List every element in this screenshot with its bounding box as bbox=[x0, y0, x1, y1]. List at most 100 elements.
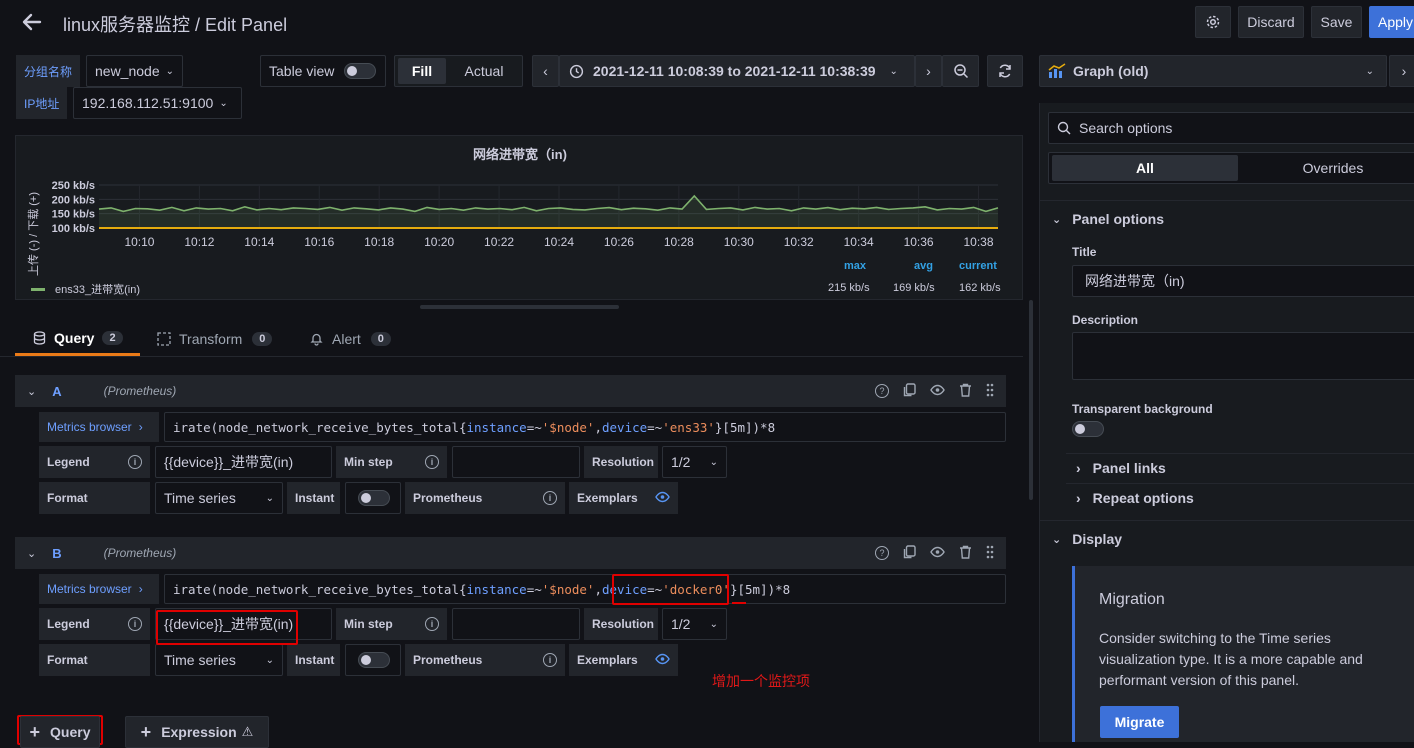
title-input[interactable]: 网络进带宽（in) bbox=[1072, 265, 1414, 297]
collapse-options-button[interactable]: › bbox=[1389, 55, 1414, 87]
repeat-options-section[interactable]: › Repeat options bbox=[1040, 487, 1414, 509]
options-search[interactable]: Search options bbox=[1048, 112, 1414, 144]
annotation-text: 增加一个监控项 bbox=[712, 673, 810, 689]
back-arrow-icon[interactable] bbox=[20, 10, 46, 34]
min-step-label-a: Min step i bbox=[336, 446, 447, 478]
copy-icon[interactable] bbox=[903, 382, 916, 400]
min-step-input-b[interactable] bbox=[452, 608, 580, 640]
tab-overrides[interactable]: Overrides bbox=[1240, 155, 1414, 181]
metrics-browser-button-b[interactable]: Metrics browser › bbox=[39, 574, 159, 604]
description-input[interactable] bbox=[1072, 332, 1414, 380]
panel-links-section[interactable]: › Panel links bbox=[1040, 457, 1414, 479]
chevron-down-icon: ⌄ bbox=[1365, 65, 1374, 77]
query-ref-b[interactable]: B bbox=[52, 546, 61, 561]
help-icon[interactable]: ? bbox=[875, 384, 889, 398]
x-tick-label: 10:32 bbox=[784, 235, 814, 249]
format-select-a[interactable]: Time series ⌄ bbox=[155, 482, 283, 514]
x-tick-label: 10:10 bbox=[124, 235, 154, 249]
query-ref-a[interactable]: A bbox=[52, 384, 61, 399]
resolution-select-a[interactable]: 1/2 ⌄ bbox=[662, 446, 727, 478]
actual-button[interactable]: Actual bbox=[453, 58, 515, 84]
query-editor-b[interactable]: irate(node_network_receive_bytes_total{i… bbox=[164, 574, 1006, 604]
trash-icon[interactable] bbox=[959, 383, 972, 400]
legend-header-current: current bbox=[959, 260, 997, 272]
warning-icon: ⚠ bbox=[241, 724, 254, 739]
eye-icon[interactable] bbox=[930, 545, 945, 561]
resize-handle[interactable] bbox=[420, 305, 619, 309]
format-select-b[interactable]: Time series ⌄ bbox=[155, 644, 283, 676]
drag-handle-icon[interactable] bbox=[986, 383, 994, 400]
fill-button[interactable]: Fill bbox=[398, 58, 446, 84]
table-view-switch[interactable] bbox=[344, 63, 377, 79]
visualization-picker[interactable]: Graph (old) ⌄ bbox=[1039, 55, 1387, 87]
eye-icon[interactable] bbox=[655, 491, 670, 506]
exemplars-label-b: Exemplars bbox=[569, 644, 678, 676]
time-back-button[interactable]: ‹ bbox=[532, 55, 559, 87]
info-icon[interactable]: i bbox=[543, 491, 557, 505]
tab-all[interactable]: All bbox=[1052, 155, 1238, 181]
panel-options-section[interactable]: ⌄ Panel options bbox=[1040, 208, 1414, 230]
discard-button[interactable]: Discard bbox=[1238, 6, 1304, 38]
y-tick-label: 200 kb/s bbox=[52, 194, 95, 206]
collapse-icon[interactable]: ⌄ bbox=[27, 547, 36, 560]
query-header-b[interactable]: ⌄ B (Prometheus) ? bbox=[15, 537, 1006, 569]
time-forward-button[interactable]: › bbox=[915, 55, 942, 87]
min-step-input-a[interactable] bbox=[452, 446, 580, 478]
refresh-icon bbox=[999, 64, 1011, 78]
info-icon[interactable]: i bbox=[425, 617, 439, 631]
transparent-label: Transparent background bbox=[1072, 402, 1213, 416]
query-header-a[interactable]: ⌄ A (Prometheus) ? bbox=[15, 375, 1006, 407]
variable-select-ip[interactable]: 192.168.112.51:9100 ⌄ bbox=[73, 87, 242, 119]
refresh-button[interactable] bbox=[987, 55, 1023, 87]
query-editor-a[interactable]: irate(node_network_receive_bytes_total{i… bbox=[164, 412, 1006, 442]
transparent-toggle[interactable] bbox=[1072, 421, 1104, 437]
graph-icon bbox=[1048, 63, 1066, 78]
migration-title: Migration bbox=[1099, 591, 1165, 608]
legend-series-name[interactable]: ens33_进带宽(in) bbox=[55, 281, 140, 297]
add-expression-button[interactable]: + Expression ⚠ bbox=[125, 716, 269, 748]
zoom-out-button[interactable] bbox=[942, 55, 979, 87]
display-section[interactable]: ⌄ Display bbox=[1040, 528, 1414, 550]
instant-switch-b[interactable] bbox=[358, 652, 390, 668]
variable-label-ip: IP地址 bbox=[16, 87, 68, 119]
drag-handle-icon[interactable] bbox=[986, 545, 994, 562]
save-button[interactable]: Save bbox=[1311, 6, 1362, 38]
legend-input-b[interactable]: {{device}}_进带宽(in) bbox=[155, 608, 332, 640]
chevron-right-icon: › bbox=[138, 582, 143, 596]
chevron-right-icon: › bbox=[1076, 460, 1081, 476]
x-tick-label: 10:14 bbox=[244, 235, 274, 249]
tab-query[interactable]: Query 2 bbox=[15, 322, 140, 356]
chevron-down-icon: ⌄ bbox=[1052, 533, 1062, 546]
chart-svg: 250 kb/s 200 kb/s 150 kb/s 100 kb/s 10:10 10:… bbox=[52, 180, 999, 249]
chevron-down-icon: ⌄ bbox=[709, 618, 718, 630]
tab-alert[interactable]: Alert 0 bbox=[310, 322, 391, 356]
migrate-button[interactable]: Migrate bbox=[1100, 706, 1179, 738]
legend-label-a: Legend i bbox=[39, 446, 150, 478]
chevron-down-icon: ⌄ bbox=[889, 65, 898, 77]
info-icon[interactable]: i bbox=[128, 617, 142, 631]
help-icon[interactable]: ? bbox=[875, 546, 889, 560]
chevron-right-icon: › bbox=[1401, 63, 1407, 79]
legend-input-a[interactable]: {{device}}_进带宽(in) bbox=[155, 446, 332, 478]
time-picker[interactable]: 2021-12-11 10:08:39 to 2021-12-11 10:38:… bbox=[559, 55, 915, 87]
scrollbar[interactable] bbox=[1029, 300, 1033, 500]
instant-switch-a[interactable] bbox=[358, 490, 390, 506]
info-icon[interactable]: i bbox=[543, 653, 557, 667]
apply-button[interactable]: Apply bbox=[1369, 6, 1414, 38]
settings-button[interactable] bbox=[1195, 6, 1231, 38]
variable-select-group[interactable]: new_node ⌄ bbox=[86, 55, 183, 87]
resolution-select-b[interactable]: 1/2 ⌄ bbox=[662, 608, 727, 640]
add-query-button[interactable]: + Query bbox=[20, 716, 100, 748]
eye-icon[interactable] bbox=[655, 653, 670, 668]
chevron-down-icon: ⌄ bbox=[219, 97, 228, 109]
metrics-browser-button-a[interactable]: Metrics browser › bbox=[39, 412, 159, 442]
info-icon[interactable]: i bbox=[128, 455, 142, 469]
table-view-toggle[interactable]: Table view bbox=[260, 55, 386, 87]
eye-icon[interactable] bbox=[930, 383, 945, 399]
copy-icon[interactable] bbox=[903, 544, 916, 562]
trash-icon[interactable] bbox=[959, 545, 972, 562]
info-icon[interactable]: i bbox=[425, 455, 439, 469]
tab-transform[interactable]: Transform 0 bbox=[157, 322, 273, 356]
chevron-down-icon: ⌄ bbox=[265, 492, 274, 504]
collapse-icon[interactable]: ⌄ bbox=[27, 385, 36, 398]
